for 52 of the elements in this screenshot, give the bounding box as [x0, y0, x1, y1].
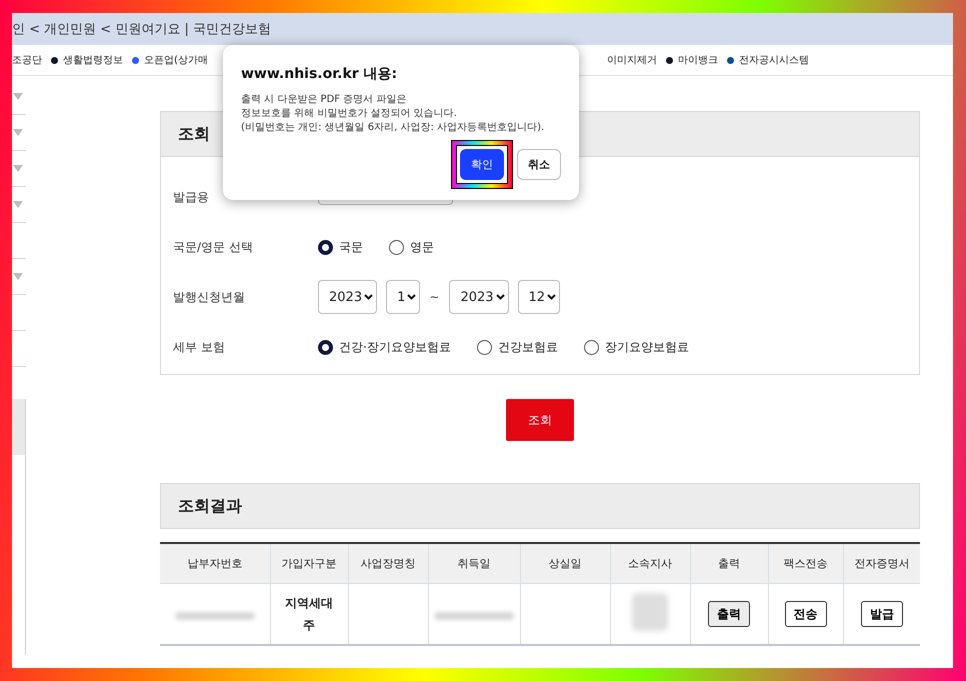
radio-label: 건강보험료: [498, 338, 558, 356]
site-link[interactable]: 생활법령정보: [63, 53, 123, 67]
column-header: 취득일: [428, 543, 520, 584]
row-button[interactable]: 출력: [708, 601, 750, 627]
field-label: 세부 보험: [173, 338, 226, 356]
date-select[interactable]: 2023: [449, 280, 509, 314]
column-header: 소속지사: [610, 543, 690, 584]
site-link[interactable]: 마이뱅크: [678, 53, 718, 67]
confirm-button[interactable]: 확인: [460, 149, 504, 180]
dialog-message: 출력 시 다운받은 PDF 증명서 파일은 정보보호를 위해 비밀번호가 설정되어 있습니다. (비밀번호는 개인: 생년월일 6자리, 사업장: 사업자등록번호입니다).: [241, 93, 546, 135]
date-select[interactable]: 2023: [318, 280, 378, 314]
radio-button[interactable]: [389, 240, 404, 254]
column-header: 출력: [690, 543, 768, 584]
chevron-down-icon: [364, 294, 374, 300]
column-header: 납부자번호: [160, 543, 270, 584]
breadcrumb: 인 < 개인민원 < 민원여기요 | 국민건강보험: [12, 21, 271, 38]
dialog-title: www.nhis.or.kr 내용:: [241, 65, 398, 83]
search-button[interactable]: 조회: [506, 399, 574, 441]
site-link[interactable]: 이미지제거: [607, 53, 657, 67]
field-label: 국문/영문 선택: [173, 238, 254, 256]
site-link[interactable]: 오픈업(상가매: [144, 53, 208, 67]
radio-label: 장기요양보험료: [604, 338, 689, 356]
panel-title: 조회: [178, 124, 210, 144]
field-label: 발급용: [173, 188, 210, 206]
radio-button[interactable]: [318, 240, 333, 254]
site-link[interactable]: 조공단: [12, 53, 42, 67]
chevron-down-icon: [496, 294, 505, 300]
sidebar-panel: [12, 399, 26, 455]
chevron-down-icon: [407, 294, 416, 300]
radio-button[interactable]: [584, 340, 599, 354]
radio-label: 건강·장기요양보험료: [339, 338, 451, 356]
radio-button[interactable]: [318, 340, 333, 354]
column-header: 전자증명서: [843, 543, 920, 584]
column-header: 사업장명칭: [348, 543, 428, 584]
column-header: 가입자구분: [270, 543, 348, 584]
site-link[interactable]: 전자공시시스템: [739, 53, 809, 67]
field-label: 발행신청년월: [173, 288, 246, 306]
range-separator: ~: [429, 290, 440, 304]
row-button[interactable]: 전송: [784, 601, 826, 627]
blurred-text: [632, 593, 668, 631]
table-cell-text: 지역세대주: [284, 595, 334, 634]
section-title: 조회결과: [178, 496, 242, 516]
radio-button[interactable]: [476, 340, 492, 354]
date-select[interactable]: 1: [386, 280, 420, 314]
radio-label: 영문: [410, 238, 434, 256]
column-header: 상실일: [520, 543, 610, 584]
row-button[interactable]: 발급: [860, 601, 903, 627]
chevron-down-icon: [547, 294, 556, 300]
radio-label: 국문: [339, 238, 363, 256]
date-select[interactable]: 12: [518, 280, 560, 314]
column-header: 팩스전송: [768, 543, 843, 584]
cancel-button[interactable]: 취소: [517, 149, 561, 180]
